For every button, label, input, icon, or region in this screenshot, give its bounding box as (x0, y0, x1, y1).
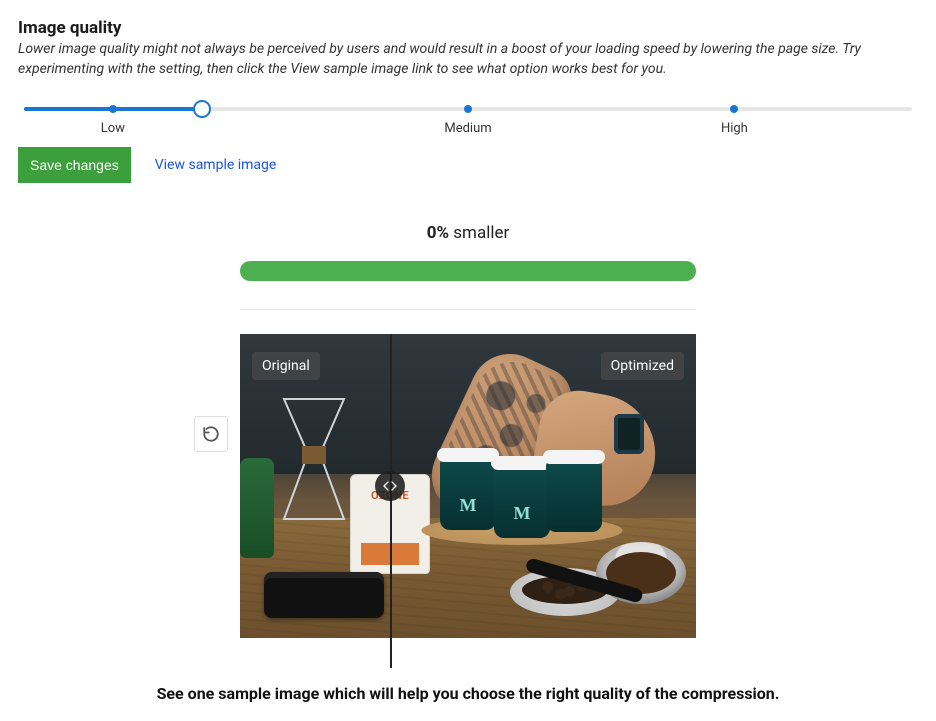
compare-divider[interactable] (390, 334, 392, 668)
size-bar (240, 261, 696, 281)
bottom-caption: See one sample image which will help you… (18, 684, 918, 703)
compare-handle-icon (382, 478, 398, 494)
slider-stop-high[interactable] (730, 105, 738, 113)
original-badge: Original (252, 352, 320, 380)
slider-label-medium: Medium (444, 121, 491, 136)
section-title: Image quality (18, 18, 918, 38)
refresh-button[interactable] (194, 416, 228, 452)
smaller-percent: 0% (427, 223, 449, 243)
optimized-badge: Optimized (601, 352, 684, 380)
quality-slider[interactable]: Low Medium High (24, 107, 912, 141)
slider-label-low: Low (101, 121, 125, 136)
slider-stop-low[interactable] (109, 105, 117, 113)
smaller-word: smaller (453, 223, 509, 243)
image-compare[interactable]: M M Original Optimized (240, 334, 696, 638)
save-button[interactable]: Save changes (18, 147, 131, 183)
divider (240, 309, 696, 310)
slider-stop-medium[interactable] (464, 105, 472, 113)
view-sample-link[interactable]: View sample image (155, 157, 277, 173)
slider-thumb[interactable] (193, 100, 211, 118)
smaller-text: 0% smaller (240, 223, 696, 243)
slider-label-high: High (721, 121, 748, 136)
refresh-icon (202, 425, 220, 443)
compare-handle[interactable] (375, 471, 405, 501)
section-description: Lower image quality might not always be … (18, 40, 918, 79)
slider-track (24, 107, 912, 111)
